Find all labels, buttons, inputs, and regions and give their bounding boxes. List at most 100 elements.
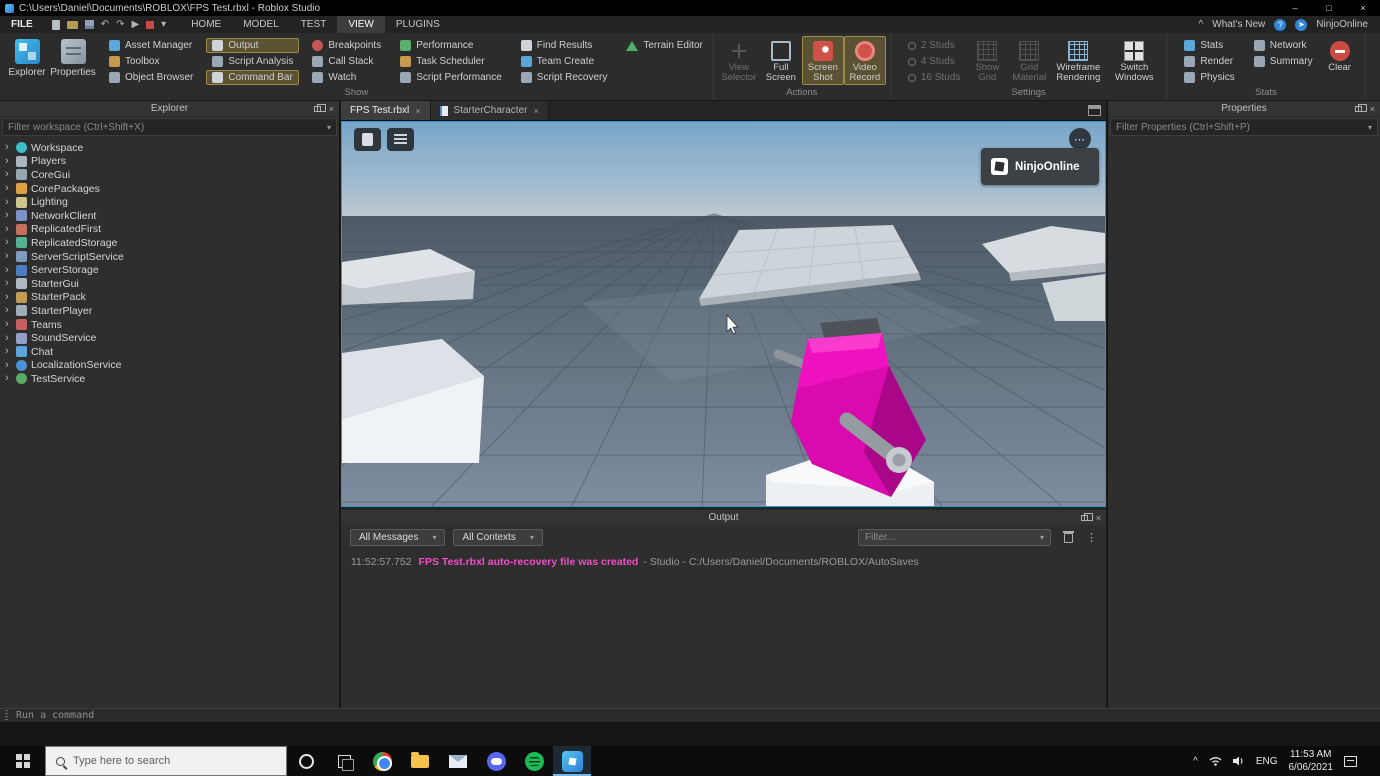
chevron-right-icon[interactable]: › xyxy=(5,346,12,357)
cortana-button[interactable] xyxy=(287,746,325,776)
tab-home[interactable]: HOME xyxy=(180,16,232,33)
grip-icon[interactable] xyxy=(5,710,8,721)
output-search-input[interactable] xyxy=(865,532,1036,543)
tab-list-icon[interactable] xyxy=(1088,105,1101,116)
explorer-item-starterplayer[interactable]: ›StarterPlayer xyxy=(0,304,339,318)
explorer-item-workspace[interactable]: ›Workspace xyxy=(0,141,339,155)
properties-filter[interactable]: ▾ xyxy=(1110,118,1378,136)
open-icon[interactable] xyxy=(67,21,78,29)
explorer-item-serverscriptservice[interactable]: ›ServerScriptService xyxy=(0,250,339,264)
toolbar-dropdown-icon[interactable]: ▾ xyxy=(161,20,166,30)
viewport-more-button[interactable]: ⋯ xyxy=(1069,128,1091,150)
float-panel-icon[interactable] xyxy=(1355,106,1362,112)
terrain-editor-button[interactable]: Terrain Editor xyxy=(620,38,708,53)
explorer-item-startergui[interactable]: ›StarterGui xyxy=(0,277,339,291)
properties-button[interactable]: Properties xyxy=(50,36,96,78)
call-stack-button[interactable]: Call Stack xyxy=(306,54,387,69)
command-bar-button[interactable]: Command Bar xyxy=(206,70,299,85)
object-browser-button[interactable]: Object Browser xyxy=(103,70,199,85)
script-analysis-button[interactable]: Script Analysis xyxy=(206,54,299,69)
language-indicator[interactable]: ENG xyxy=(1256,756,1278,767)
clear-button[interactable]: Clear xyxy=(1319,36,1361,74)
explorer-filter[interactable]: ▾ xyxy=(2,118,337,136)
volume-icon[interactable] xyxy=(1233,756,1245,766)
roblox-studio-app-button[interactable] xyxy=(553,746,591,776)
chevron-right-icon[interactable]: › xyxy=(5,237,12,248)
spotify-app-button[interactable] xyxy=(515,746,553,776)
user-name[interactable]: NinjoOnline xyxy=(1316,19,1368,30)
3d-viewport[interactable]: ⋯ NinjoOnline xyxy=(341,121,1106,507)
explorer-panel-header[interactable]: Explorer × xyxy=(0,101,339,116)
start-button[interactable] xyxy=(0,746,45,776)
full-screen-button[interactable]: Full Screen xyxy=(760,36,802,85)
asset-manager-button[interactable]: Asset Manager xyxy=(103,38,199,53)
task-scheduler-button[interactable]: Task Scheduler xyxy=(394,54,508,69)
switch-windows-button[interactable]: Switch Windows xyxy=(1106,36,1162,85)
chevron-right-icon[interactable]: › xyxy=(5,142,12,153)
whats-new-link[interactable]: What's New xyxy=(1212,19,1265,30)
explorer-item-serverstorage[interactable]: ›ServerStorage xyxy=(0,263,339,277)
action-center-icon[interactable] xyxy=(1344,756,1357,767)
output-search[interactable]: ▾ xyxy=(858,529,1051,546)
properties-panel-header[interactable]: Properties × xyxy=(1108,101,1380,116)
chevron-right-icon[interactable]: › xyxy=(5,373,12,384)
tab-model[interactable]: MODEL xyxy=(232,16,290,33)
chevron-right-icon[interactable]: › xyxy=(5,360,12,371)
tab-test[interactable]: TEST xyxy=(290,16,338,33)
tray-expand-icon[interactable]: ^ xyxy=(1193,756,1198,767)
clear-output-icon[interactable] xyxy=(1064,533,1073,543)
explorer-item-coregui[interactable]: ›CoreGui xyxy=(0,168,339,182)
messages-filter-dropdown[interactable]: All Messages ▾ xyxy=(350,529,445,546)
explorer-item-localizationservice[interactable]: ›LocalizationService xyxy=(0,359,339,373)
watch-button[interactable]: Watch xyxy=(306,70,387,85)
chevron-right-icon[interactable]: › xyxy=(5,251,12,262)
physics-button[interactable]: Physics xyxy=(1178,70,1240,85)
output-panel-header[interactable]: Output × xyxy=(341,510,1106,525)
chevron-right-icon[interactable]: › xyxy=(5,183,12,194)
viewport-list-button[interactable] xyxy=(387,128,414,151)
render-button[interactable]: Render xyxy=(1178,54,1240,69)
command-bar[interactable] xyxy=(0,708,1380,723)
network-button[interactable]: Network xyxy=(1248,38,1319,53)
maximize-button[interactable]: □ xyxy=(1312,0,1346,16)
viewport-doc-button[interactable] xyxy=(354,128,381,151)
find-results-button[interactable]: Find Results xyxy=(515,38,614,53)
new-file-icon[interactable] xyxy=(52,20,60,30)
script-performance-button[interactable]: Script Performance xyxy=(394,70,508,85)
chevron-right-icon[interactable]: › xyxy=(5,292,12,303)
task-view-button[interactable] xyxy=(325,746,363,776)
output-button[interactable]: Output xyxy=(206,38,299,53)
chrome-app-button[interactable] xyxy=(363,746,401,776)
float-panel-icon[interactable] xyxy=(314,106,321,112)
chevron-right-icon[interactable]: › xyxy=(5,169,12,180)
explorer-item-starterpack[interactable]: ›StarterPack xyxy=(0,291,339,305)
taskbar-search[interactable] xyxy=(45,746,287,776)
wifi-icon[interactable] xyxy=(1209,756,1222,766)
file-menu-button[interactable]: FILE xyxy=(0,16,44,33)
contexts-filter-dropdown[interactable]: All Contexts ▾ xyxy=(453,529,542,546)
mail-app-button[interactable] xyxy=(439,746,477,776)
doc-tab-fps-test[interactable]: FPS Test.rbxl × xyxy=(341,101,431,120)
screen-shot-button[interactable]: Screen Shot xyxy=(802,36,844,85)
wireframe-rendering-button[interactable]: Wireframe Rendering xyxy=(1050,36,1106,85)
breakpoints-button[interactable]: Breakpoints xyxy=(306,38,387,53)
explorer-item-chat[interactable]: ›Chat xyxy=(0,345,339,359)
collapse-ribbon-icon[interactable]: ^ xyxy=(1199,19,1204,30)
discord-app-button[interactable] xyxy=(477,746,515,776)
chevron-down-icon[interactable]: ▾ xyxy=(1040,533,1044,542)
chevron-right-icon[interactable]: › xyxy=(5,224,12,235)
video-record-button[interactable]: Video Record xyxy=(844,36,886,85)
chevron-right-icon[interactable]: › xyxy=(5,319,12,330)
doc-tab-startercharacter[interactable]: StarterCharacter × xyxy=(431,101,549,120)
chevron-right-icon[interactable]: › xyxy=(5,278,12,289)
properties-filter-input[interactable] xyxy=(1116,122,1364,133)
play-icon[interactable]: ▶ xyxy=(131,20,139,30)
file-explorer-app-button[interactable] xyxy=(401,746,439,776)
close-panel-icon[interactable]: × xyxy=(1370,104,1375,114)
explorer-item-teams[interactable]: ›Teams xyxy=(0,318,339,332)
explorer-button[interactable]: Explorer xyxy=(4,36,50,78)
explorer-item-testservice[interactable]: ›TestService xyxy=(0,372,339,386)
stats-button[interactable]: Stats xyxy=(1178,38,1240,53)
explorer-item-lighting[interactable]: ›Lighting xyxy=(0,195,339,209)
command-bar-input[interactable] xyxy=(16,710,1380,721)
